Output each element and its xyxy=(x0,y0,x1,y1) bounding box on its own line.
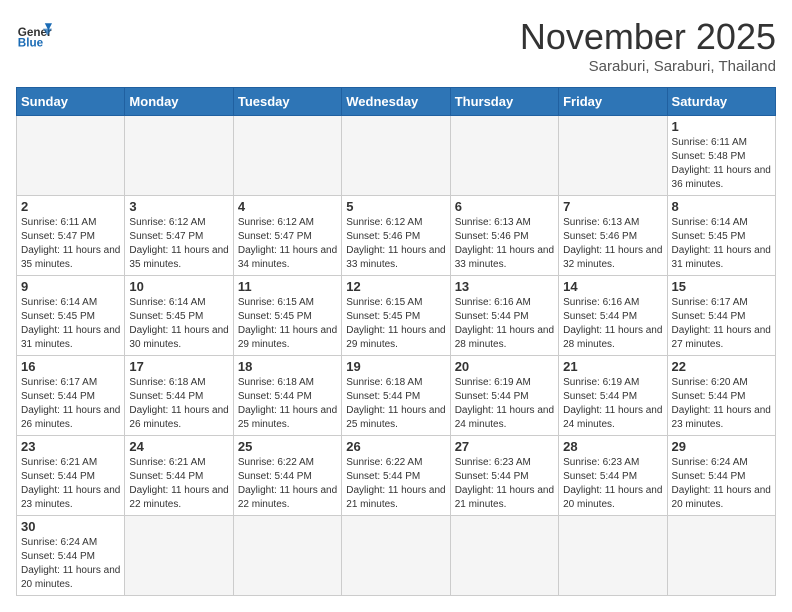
day-16: 16 Sunrise: 6:17 AM Sunset: 5:44 PM Dayl… xyxy=(17,356,125,436)
day-20: 20 Sunrise: 6:19 AM Sunset: 5:44 PM Dayl… xyxy=(450,356,558,436)
day-1: 1 Sunrise: 6:11 AM Sunset: 5:48 PM Dayli… xyxy=(667,116,775,196)
empty-cell xyxy=(233,516,341,596)
day-11: 11 Sunrise: 6:15 AM Sunset: 5:45 PM Dayl… xyxy=(233,276,341,356)
page-header: General Blue November 2025 Saraburi, Sar… xyxy=(16,16,776,75)
day-24: 24 Sunrise: 6:21 AM Sunset: 5:44 PM Dayl… xyxy=(125,436,233,516)
day-19: 19 Sunrise: 6:18 AM Sunset: 5:44 PM Dayl… xyxy=(342,356,450,436)
day-27: 27 Sunrise: 6:23 AM Sunset: 5:44 PM Dayl… xyxy=(450,436,558,516)
day-4: 4 Sunrise: 6:12 AM Sunset: 5:47 PM Dayli… xyxy=(233,196,341,276)
empty-cell xyxy=(559,116,667,196)
day-15: 15 Sunrise: 6:17 AM Sunset: 5:44 PM Dayl… xyxy=(667,276,775,356)
day-21: 21 Sunrise: 6:19 AM Sunset: 5:44 PM Dayl… xyxy=(559,356,667,436)
empty-cell xyxy=(342,516,450,596)
location-subtitle: Saraburi, Saraburi, Thailand xyxy=(520,58,776,75)
day-30: 30 Sunrise: 6:24 AM Sunset: 5:44 PM Dayl… xyxy=(17,516,125,596)
header-sunday: Sunday xyxy=(17,88,125,116)
empty-cell xyxy=(342,116,450,196)
logo: General Blue xyxy=(16,16,52,52)
calendar-row-5: 23 Sunrise: 6:21 AM Sunset: 5:44 PM Dayl… xyxy=(17,436,776,516)
calendar-table: Sunday Monday Tuesday Wednesday Thursday… xyxy=(16,87,776,596)
day-13: 13 Sunrise: 6:16 AM Sunset: 5:44 PM Dayl… xyxy=(450,276,558,356)
day-29: 29 Sunrise: 6:24 AM Sunset: 5:44 PM Dayl… xyxy=(667,436,775,516)
day-8: 8 Sunrise: 6:14 AM Sunset: 5:45 PM Dayli… xyxy=(667,196,775,276)
header-monday: Monday xyxy=(125,88,233,116)
day-3: 3 Sunrise: 6:12 AM Sunset: 5:47 PM Dayli… xyxy=(125,196,233,276)
day-10: 10 Sunrise: 6:14 AM Sunset: 5:45 PM Dayl… xyxy=(125,276,233,356)
empty-cell xyxy=(450,116,558,196)
empty-cell xyxy=(125,116,233,196)
day-14: 14 Sunrise: 6:16 AM Sunset: 5:44 PM Dayl… xyxy=(559,276,667,356)
day-7: 7 Sunrise: 6:13 AM Sunset: 5:46 PM Dayli… xyxy=(559,196,667,276)
calendar-row-1: 1 Sunrise: 6:11 AM Sunset: 5:48 PM Dayli… xyxy=(17,116,776,196)
header-saturday: Saturday xyxy=(667,88,775,116)
empty-cell xyxy=(559,516,667,596)
calendar-row-4: 16 Sunrise: 6:17 AM Sunset: 5:44 PM Dayl… xyxy=(17,356,776,436)
header-tuesday: Tuesday xyxy=(233,88,341,116)
day-25: 25 Sunrise: 6:22 AM Sunset: 5:44 PM Dayl… xyxy=(233,436,341,516)
title-block: November 2025 Saraburi, Saraburi, Thaila… xyxy=(520,16,776,75)
svg-text:Blue: Blue xyxy=(18,37,44,50)
day-6: 6 Sunrise: 6:13 AM Sunset: 5:46 PM Dayli… xyxy=(450,196,558,276)
day-22: 22 Sunrise: 6:20 AM Sunset: 5:44 PM Dayl… xyxy=(667,356,775,436)
month-title: November 2025 xyxy=(520,16,776,58)
day-26: 26 Sunrise: 6:22 AM Sunset: 5:44 PM Dayl… xyxy=(342,436,450,516)
header-thursday: Thursday xyxy=(450,88,558,116)
day-2: 2 Sunrise: 6:11 AM Sunset: 5:47 PM Dayli… xyxy=(17,196,125,276)
day-17: 17 Sunrise: 6:18 AM Sunset: 5:44 PM Dayl… xyxy=(125,356,233,436)
day-5: 5 Sunrise: 6:12 AM Sunset: 5:46 PM Dayli… xyxy=(342,196,450,276)
header-friday: Friday xyxy=(559,88,667,116)
calendar-row-3: 9 Sunrise: 6:14 AM Sunset: 5:45 PM Dayli… xyxy=(17,276,776,356)
empty-cell xyxy=(125,516,233,596)
day-9: 9 Sunrise: 6:14 AM Sunset: 5:45 PM Dayli… xyxy=(17,276,125,356)
day-28: 28 Sunrise: 6:23 AM Sunset: 5:44 PM Dayl… xyxy=(559,436,667,516)
weekday-header-row: Sunday Monday Tuesday Wednesday Thursday… xyxy=(17,88,776,116)
day-18: 18 Sunrise: 6:18 AM Sunset: 5:44 PM Dayl… xyxy=(233,356,341,436)
day-12: 12 Sunrise: 6:15 AM Sunset: 5:45 PM Dayl… xyxy=(342,276,450,356)
empty-cell xyxy=(17,116,125,196)
calendar-row-2: 2 Sunrise: 6:11 AM Sunset: 5:47 PM Dayli… xyxy=(17,196,776,276)
empty-cell xyxy=(450,516,558,596)
calendar-row-6: 30 Sunrise: 6:24 AM Sunset: 5:44 PM Dayl… xyxy=(17,516,776,596)
logo-icon: General Blue xyxy=(16,16,52,52)
day-23: 23 Sunrise: 6:21 AM Sunset: 5:44 PM Dayl… xyxy=(17,436,125,516)
empty-cell xyxy=(667,516,775,596)
header-wednesday: Wednesday xyxy=(342,88,450,116)
empty-cell xyxy=(233,116,341,196)
